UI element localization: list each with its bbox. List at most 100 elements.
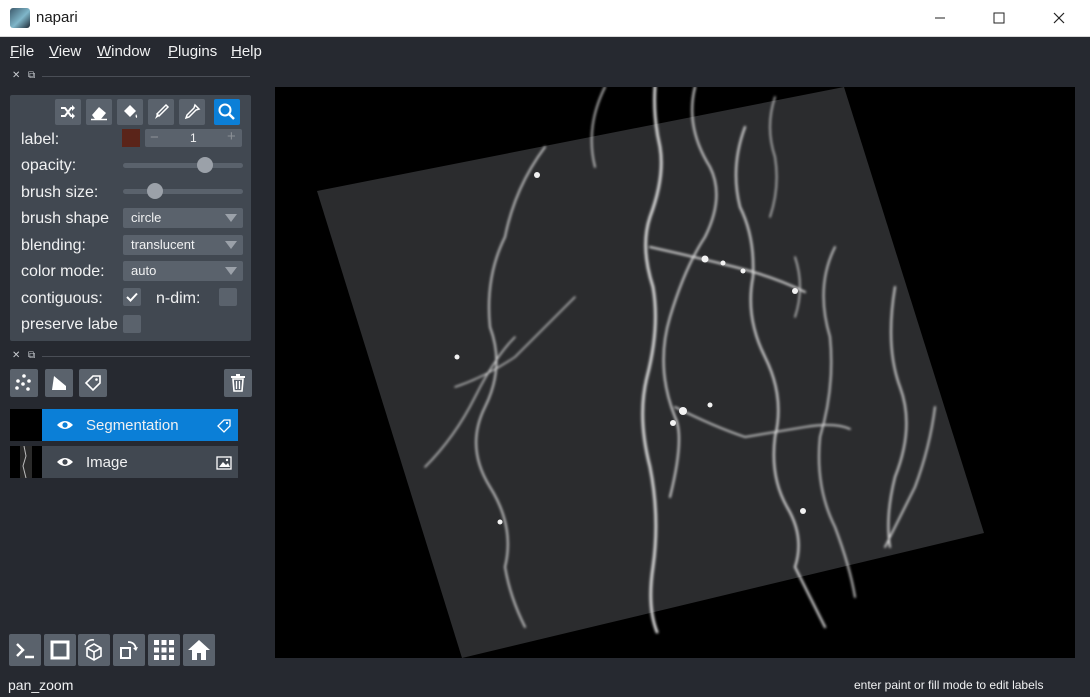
napari-logo-icon: [10, 8, 30, 28]
increment-label-button[interactable]: +: [227, 128, 236, 145]
points-icon: [15, 374, 31, 391]
eraser-icon: [91, 107, 107, 121]
new-points-layer-button[interactable]: [10, 369, 38, 397]
layer-name: Segmentation: [86, 417, 179, 434]
layer-item-segmentation[interactable]: Segmentation: [10, 409, 238, 441]
pick-button[interactable]: [179, 99, 205, 125]
chevron-down-icon: [225, 267, 237, 275]
decrement-label-button[interactable]: −: [150, 129, 159, 146]
minimize-button[interactable]: [917, 0, 963, 36]
blending-dropdown[interactable]: translucent: [123, 235, 243, 255]
home-button[interactable]: [183, 634, 215, 666]
pan-zoom-button[interactable]: [214, 99, 240, 125]
transpose-icon: [120, 641, 138, 659]
label-value: 1: [190, 131, 197, 145]
ndim-label: n-dim:: [156, 290, 201, 307]
opacity-slider-handle[interactable]: [196, 157, 213, 173]
brush-size-slider[interactable]: [123, 183, 243, 199]
chevron-down-icon: [225, 241, 237, 249]
chevron-down-icon: [225, 214, 237, 222]
layer-item-body[interactable]: Image: [42, 446, 238, 478]
contiguous-checkbox[interactable]: [123, 288, 141, 306]
opacity-slider[interactable]: [123, 157, 243, 173]
label-spinbox[interactable]: − 1 +: [145, 128, 242, 147]
brush-shape-dropdown[interactable]: circle: [123, 208, 243, 228]
label-color-swatch: [122, 129, 140, 147]
paint-button[interactable]: [148, 99, 174, 125]
dock-close-button[interactable]: ✕: [12, 70, 20, 81]
dock-float-button[interactable]: ⧉: [28, 70, 35, 81]
menu-window[interactable]: Window: [97, 43, 150, 60]
eyedropper-icon: [184, 103, 201, 120]
erase-button[interactable]: [86, 99, 112, 125]
tag-icon: [84, 375, 101, 392]
color-mode-dropdown[interactable]: auto: [123, 261, 243, 281]
transpose-button[interactable]: [113, 634, 145, 666]
cube-rotate-icon: [84, 639, 102, 661]
dock-title-line: [42, 76, 250, 77]
new-labels-layer-button[interactable]: [79, 369, 107, 397]
color-mode-label: color mode:: [21, 263, 105, 280]
opacity-label: opacity:: [21, 157, 77, 174]
menu-view[interactable]: View: [49, 43, 81, 60]
close-icon: [1053, 12, 1065, 24]
image-icon: [216, 456, 232, 470]
ndisplay-button[interactable]: [44, 634, 76, 666]
image-thumbnail-icon: [20, 445, 32, 479]
new-shapes-layer-button[interactable]: [45, 369, 73, 397]
menu-help[interactable]: Help: [231, 43, 262, 60]
trash-icon: [231, 374, 245, 392]
blending-label: blending:: [21, 237, 86, 254]
layer-item-body[interactable]: Segmentation: [42, 409, 238, 441]
blending-value: translucent: [131, 237, 195, 252]
maximize-button[interactable]: [976, 0, 1022, 36]
menu-plugins[interactable]: Plugins: [168, 43, 217, 60]
tag-icon: [217, 419, 231, 433]
fill-button[interactable]: [117, 99, 143, 125]
minimize-icon: [935, 17, 945, 19]
dock-close-button[interactable]: ✕: [12, 350, 20, 361]
shapes-icon: [52, 376, 66, 390]
preserve-labels-checkbox[interactable]: [123, 315, 141, 333]
grid-icon: [154, 640, 174, 660]
shuffle-colors-button[interactable]: [55, 99, 81, 125]
dock-float-button[interactable]: ⧉: [28, 350, 35, 361]
console-button[interactable]: [9, 634, 41, 666]
home-icon: [188, 640, 210, 660]
eye-icon[interactable]: [56, 419, 74, 431]
dock-title-line: [42, 356, 250, 357]
layer-controls-panel: label: − 1 + opacity: brush size: brush …: [10, 95, 251, 341]
brush-size-label: brush size:: [21, 184, 99, 201]
brush-size-slider-handle[interactable]: [147, 183, 164, 199]
magnifier-icon: [218, 103, 235, 120]
color-mode-value: auto: [131, 263, 157, 278]
maximize-icon: [993, 12, 1005, 24]
roll-dims-button[interactable]: [78, 634, 110, 666]
square-icon: [50, 640, 70, 660]
menu-file[interactable]: File: [10, 43, 34, 60]
layer-thumbnail: [10, 445, 42, 479]
grid-view-button[interactable]: [148, 634, 180, 666]
paint-bucket-icon: [124, 105, 138, 118]
label-label: label:: [21, 131, 60, 148]
terminal-icon: [16, 643, 34, 659]
window-title: napari: [36, 9, 78, 26]
layer-name: Image: [86, 454, 128, 471]
status-mode: pan_zoom: [8, 677, 74, 693]
layer-item-image[interactable]: Image: [10, 445, 238, 479]
shuffle-icon: [61, 105, 75, 119]
brush-shape-value: circle: [131, 210, 162, 225]
brush-shape-label: brush shape: [21, 210, 110, 227]
eye-icon[interactable]: [56, 456, 74, 468]
paintbrush-icon: [155, 103, 170, 119]
delete-layer-button[interactable]: [224, 369, 252, 397]
microscopy-image: [317, 87, 984, 658]
menu-bar: File View Window Plugins Help: [0, 37, 1090, 67]
ndim-checkbox[interactable]: [219, 288, 237, 306]
close-button[interactable]: [1036, 0, 1082, 36]
preserve-labels-label: preserve labe: [21, 316, 118, 333]
status-hint: enter paint or fill mode to edit labels: [854, 678, 1044, 692]
viewer-canvas[interactable]: [275, 87, 1075, 658]
checkmark-icon: [126, 292, 138, 302]
layer-thumbnail: [10, 409, 42, 441]
